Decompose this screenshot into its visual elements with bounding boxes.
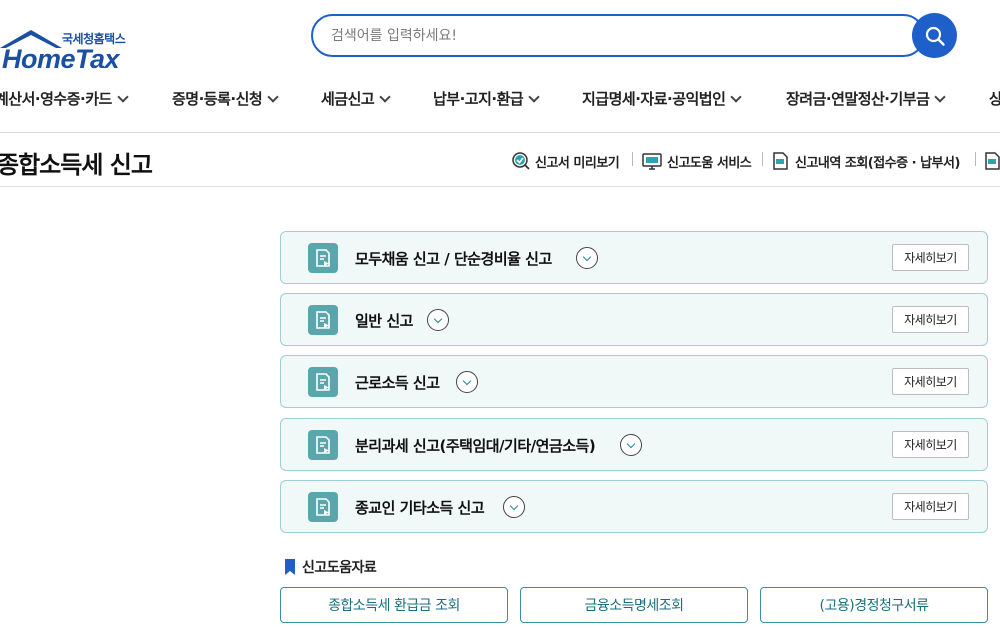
view-details-button[interactable]: 자세히보기 (892, 244, 969, 271)
quick-link-preview[interactable]: 신고서 미리보기 (511, 151, 620, 171)
expand-toggle[interactable] (427, 309, 449, 331)
filing-type-label: 모두채움 신고 / 단순경비율 신고 (355, 250, 552, 268)
financial-income-statement-button[interactable]: 금융소득명세조회 (520, 587, 748, 623)
chevron-down-icon (462, 376, 472, 385)
search-icon (925, 26, 945, 46)
expand-toggle[interactable] (503, 496, 525, 518)
filing-type-item[interactable]: 종교인 기타소득 신고 자세히보기 (280, 480, 988, 533)
search-input[interactable] (331, 25, 901, 47)
filing-type-item[interactable]: 근로소득 신고 자세히보기 (280, 355, 988, 408)
chevron-down-icon (267, 90, 279, 103)
chevron-down-icon (509, 501, 519, 510)
reference-title-label: 신고도움자료 (302, 560, 377, 576)
document-search-icon (773, 152, 788, 170)
form-document-icon (308, 367, 338, 397)
gnb-item-invoice[interactable]: 계산서·영수증·카드 (0, 88, 129, 109)
expand-toggle[interactable] (456, 371, 478, 393)
view-details-button[interactable]: 자세히보기 (892, 431, 969, 458)
gnb-item-tax-filing[interactable]: 세금신고 (321, 88, 391, 109)
filing-type-label: 종교인 기타소득 신고 (355, 499, 485, 517)
search-button[interactable] (912, 13, 957, 58)
form-document-icon (308, 492, 338, 522)
page-title: 종합소득세 신고 (0, 151, 153, 179)
monitor-help-icon (642, 153, 662, 170)
gnb-item-payment[interactable]: 납부·고지·환급 (433, 88, 540, 109)
gnb-item-statements[interactable]: 지급명세·자료·공익법인 (582, 88, 743, 109)
chevron-down-icon (379, 90, 391, 103)
form-document-icon (308, 243, 338, 273)
quick-link-help-service[interactable]: 신고도움 서비스 (641, 151, 752, 171)
view-details-button[interactable]: 자세히보기 (892, 493, 969, 520)
nav-divider (0, 132, 1000, 133)
quick-link-label: 신고도움 서비스 (667, 155, 752, 171)
gnb-item-label: 증명·등록·신청 (172, 90, 263, 108)
chevron-down-icon (528, 90, 540, 103)
chevron-down-icon (582, 252, 592, 261)
logo-wordmark: HomeTax (2, 44, 120, 74)
gnb-item-label: 상 (989, 90, 1000, 108)
quick-link-label: 신고내역 조회(접수증 · 납부서) (795, 155, 960, 171)
form-document-icon (308, 305, 338, 335)
filing-type-label: 분리과세 신고(주택임대/기타/연금소득) (355, 437, 596, 455)
view-details-button[interactable]: 자세히보기 (892, 306, 969, 333)
chevron-down-icon (934, 90, 947, 103)
hometax-logo[interactable]: 국세청홈택스 HomeTax (0, 14, 140, 74)
expand-toggle[interactable] (620, 434, 642, 456)
filing-type-item[interactable]: 모두채움 신고 / 단순경비율 신고 자세히보기 (280, 231, 988, 284)
quick-link-label: 신고서 미리보기 (535, 155, 620, 171)
title-divider (0, 186, 1000, 187)
form-document-icon (308, 430, 338, 460)
refund-inquiry-button[interactable]: 종합소득세 환급금 조회 (280, 587, 508, 623)
quick-separator (975, 152, 976, 166)
quick-separator (762, 152, 763, 166)
preview-check-icon (512, 152, 530, 170)
expand-toggle[interactable] (576, 247, 598, 269)
chevron-down-icon (433, 314, 443, 323)
gnb-item-label: 장려금·연말정산·기부금 (786, 90, 930, 108)
quick-link-filing-history[interactable]: 신고내역 조회(접수증 · 납부서) (771, 151, 960, 171)
search-bar (311, 14, 925, 57)
chevron-down-icon (117, 90, 129, 103)
gnb-item-incentives[interactable]: 장려금·연말정산·기부금 (786, 88, 947, 109)
bookmark-icon (285, 559, 295, 575)
chevron-down-icon (730, 90, 743, 103)
gnb-item-certificate[interactable]: 증명·등록·신청 (172, 88, 279, 109)
filing-type-item[interactable]: 분리과세 신고(주택임대/기타/연금소득) 자세히보기 (280, 418, 988, 471)
reference-section-title: 신고도움자료 (284, 557, 377, 577)
view-details-button[interactable]: 자세히보기 (892, 368, 969, 395)
filing-type-item[interactable]: 일반 신고 자세히보기 (280, 293, 988, 346)
gnb-item-label: 계산서·영수증·카드 (0, 90, 112, 108)
gnb-item-label: 납부·고지·환급 (433, 90, 524, 108)
correction-claim-documents-button[interactable]: (고용)경정청구서류 (760, 587, 988, 623)
gnb-item-label: 세금신고 (321, 90, 375, 108)
filing-type-label: 일반 신고 (355, 312, 413, 330)
document-edit-icon (985, 152, 1000, 170)
filing-type-label: 근로소득 신고 (355, 374, 440, 392)
gnb-item-label: 지급명세·자료·공익법인 (582, 90, 726, 108)
quick-separator (632, 152, 633, 166)
quick-link-more[interactable] (983, 151, 1000, 171)
chevron-down-icon (626, 439, 636, 448)
main-navigation: 계산서·영수증·카드 증명·등록·신청 세금신고 납부·고지·환급 지급명세·자… (0, 78, 1000, 118)
gnb-item-more[interactable]: 상 (989, 88, 1000, 109)
